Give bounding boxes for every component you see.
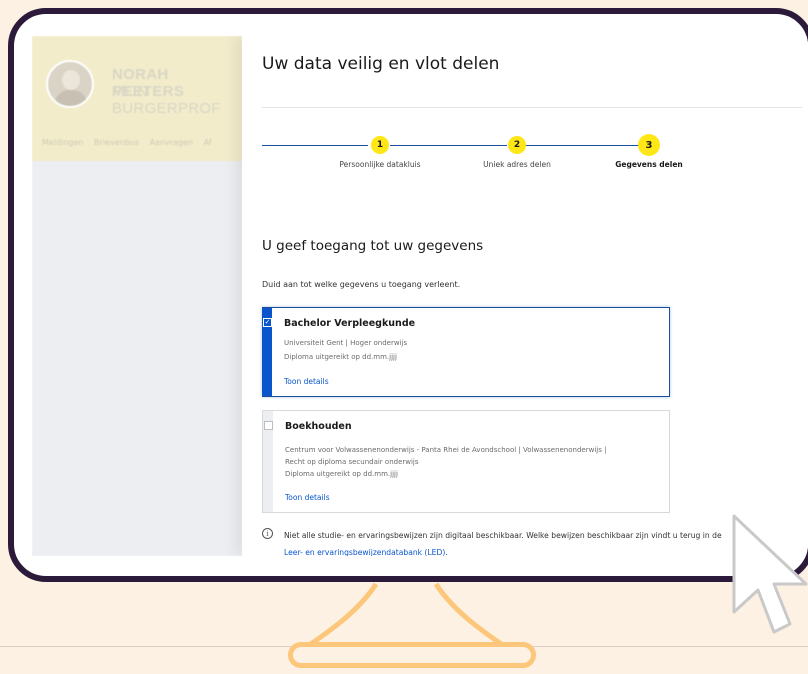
section-instructions: Duid aan tot welke gegevens u toegang ve…	[262, 280, 461, 289]
mouse-cursor-icon	[732, 514, 808, 634]
info-text: Niet alle studie- en ervaringsbewijzen z…	[284, 531, 722, 556]
page-title: Uw data veilig en vlot delen	[262, 54, 500, 74]
progress-stepper: 1 Persoonlijke datakluis 2 Uniek adres d…	[262, 128, 802, 198]
monitor-stand	[306, 582, 506, 648]
credential-card-bachelor[interactable]: ✓ Bachelor Verpleegkunde Universiteit Ge…	[262, 307, 670, 397]
step-3-indicator: 3	[638, 134, 660, 156]
share-data-panel: Uw data veilig en vlot delen 1 Persoonli…	[242, 36, 808, 556]
credential-issue-date: Diploma uitgereikt op dd.mm.jjjj	[285, 470, 398, 478]
nav-item-aanvragen[interactable]: Aanvragen	[150, 138, 193, 147]
credential-card-boekhouden[interactable]: Boekhouden Centrum voor Volwassenenonder…	[262, 410, 670, 513]
credential-right: Recht op diploma secundair onderwijs	[285, 458, 419, 466]
info-icon: i	[262, 528, 273, 539]
checkbox-unchecked[interactable]	[264, 421, 273, 430]
section-title: U geef toegang tot uw gegevens	[262, 238, 484, 254]
profile-subtitle: MIJN BURGERPROF	[112, 83, 221, 117]
credential-issue-date: Diploma uitgereikt op dd.mm.jjjj	[284, 353, 397, 361]
credential-title: Boekhouden	[285, 421, 352, 432]
background-app: NORAH PEETERS MIJN BURGERPROF Meldingen …	[32, 36, 242, 556]
step-connector	[262, 145, 368, 146]
profile-header: NORAH PEETERS MIJN BURGERPROF Meldingen …	[32, 36, 242, 161]
nav-item-brievenbus[interactable]: Brievenbus	[94, 138, 139, 147]
credential-institution: Universiteit Gent | Hoger onderwijs	[284, 339, 408, 347]
step-3-label: Gegevens delen	[615, 160, 683, 169]
divider	[262, 107, 802, 108]
step-connector	[524, 145, 639, 146]
nav-item-meldingen[interactable]: Meldingen	[42, 138, 84, 147]
credential-title: Bachelor Verpleegkunde	[284, 318, 416, 329]
step-1-label: Persoonlijke datakluis	[339, 160, 421, 169]
show-details-link[interactable]: Toon details	[285, 493, 330, 502]
monitor-base	[288, 642, 536, 668]
show-details-link[interactable]: Toon details	[284, 377, 329, 386]
monitor-frame: NORAH PEETERS MIJN BURGERPROF Meldingen …	[8, 8, 808, 582]
nav-item-truncated[interactable]: Af	[204, 138, 212, 147]
step-1-indicator: 1	[371, 136, 389, 154]
led-database-link[interactable]: Leer- en ervaringsbewijzendatabank (LED)	[284, 548, 445, 556]
checkbox-checked[interactable]: ✓	[263, 318, 272, 327]
credential-institution: Centrum voor Volwassenenonderwijs - Pant…	[285, 446, 607, 454]
step-connector	[390, 145, 507, 146]
avatar	[46, 60, 94, 108]
step-2-indicator: 2	[508, 136, 526, 154]
background-nav: Meldingen Brievenbus Aanvragen Af	[42, 138, 220, 147]
step-2-label: Uniek adres delen	[483, 160, 551, 169]
screen: NORAH PEETERS MIJN BURGERPROF Meldingen …	[32, 36, 808, 556]
